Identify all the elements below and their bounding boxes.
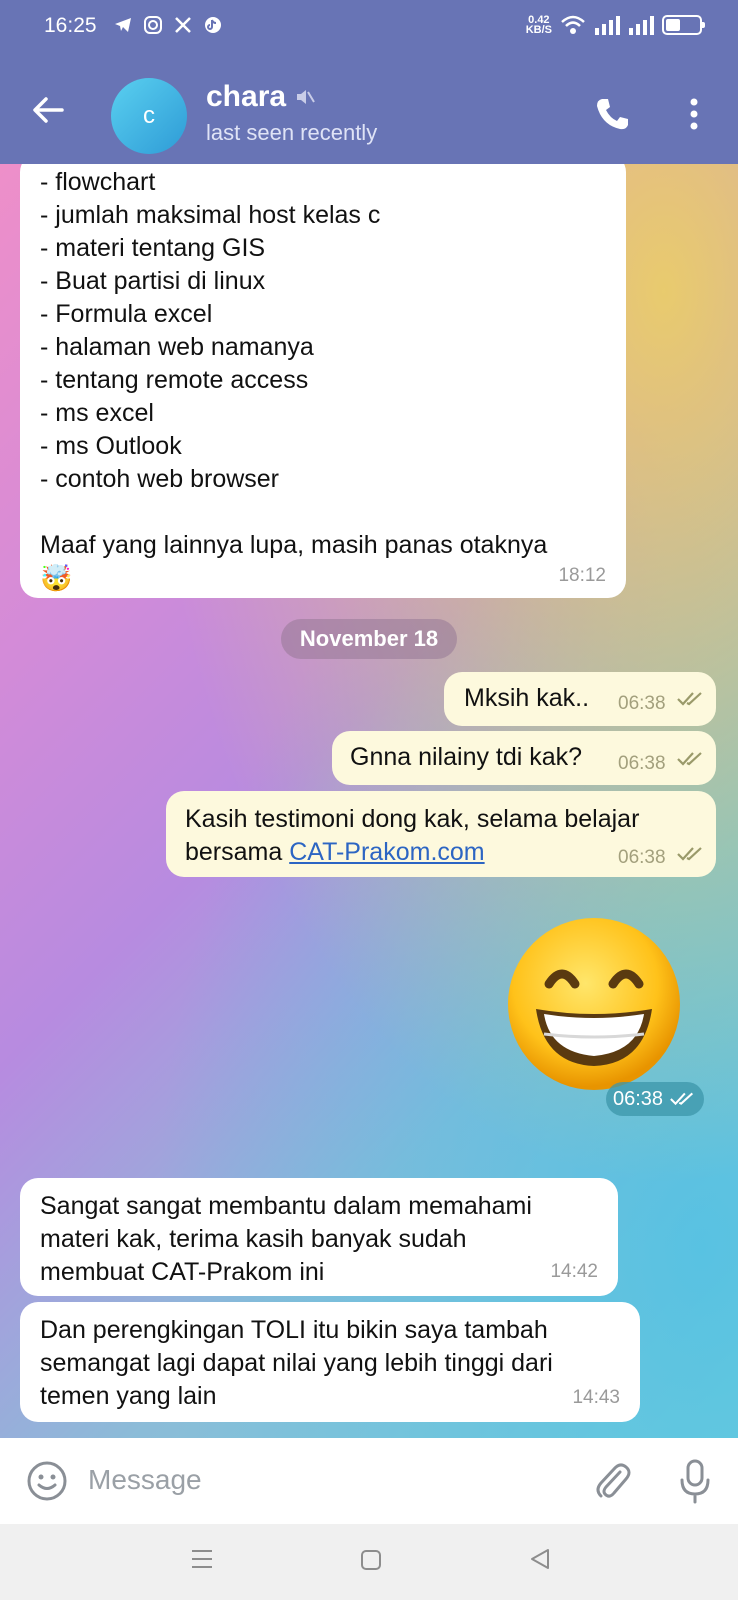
date-separator: November 18 — [281, 619, 457, 659]
back-triangle-icon[interactable] — [528, 1547, 552, 1571]
message-text: Mksih kak.. — [464, 684, 590, 712]
muted-icon — [297, 90, 315, 104]
read-receipt-icon — [677, 752, 702, 766]
phone-call-icon[interactable] — [592, 94, 632, 134]
exploding-head-emoji: 🤯 — [40, 563, 73, 593]
message-time: 14:42 — [550, 1261, 598, 1282]
message-input-bar: Message — [0, 1438, 738, 1524]
message-time: 14:43 — [572, 1387, 620, 1408]
message-text: Gnna nilainy tdi kak? — [350, 743, 583, 771]
status-time: 16:25 — [44, 14, 97, 37]
incoming-message[interactable]: Sangat sangat membantu dalam memahami ma… — [20, 1178, 618, 1296]
message-input[interactable]: Message — [88, 1464, 202, 1496]
status-bar: 16:25 0.42 KB/S — [0, 0, 738, 58]
message-line: Sangat sangat membantu dalam memahami — [40, 1192, 532, 1220]
telegram-icon — [113, 15, 133, 35]
message-line: - contoh web browser — [40, 465, 280, 493]
message-line: - ms Outlook — [40, 432, 182, 460]
chat-area[interactable]: - flowchart - jumlah maksimal host kelas… — [0, 164, 738, 1438]
message-line: materi kak, terima kasih banyak sudah — [40, 1225, 467, 1253]
x-icon — [173, 15, 193, 35]
signal-icon — [595, 16, 620, 35]
microphone-icon[interactable] — [678, 1458, 712, 1504]
message-line: - materi tentang GIS — [40, 234, 266, 262]
outgoing-message[interactable]: Kasih testimoni dong kak, selama belajar… — [166, 791, 716, 877]
last-seen-status: last seen recently — [206, 120, 378, 145]
outgoing-message[interactable]: Mksih kak.. 06:38 — [444, 672, 716, 726]
read-receipt-icon — [677, 847, 702, 861]
incoming-message[interactable]: Dan perengkingan TOLI itu bikin saya tam… — [20, 1302, 640, 1422]
wifi-icon — [561, 15, 585, 34]
attach-icon[interactable] — [592, 1460, 632, 1502]
status-right: 0.42 KB/S — [525, 14, 705, 36]
message-line: - flowchart — [40, 168, 156, 196]
outgoing-message[interactable]: Gnna nilainy tdi kak? 06:38 — [332, 731, 716, 785]
grinning-face-icon — [508, 918, 680, 1090]
back-arrow-icon[interactable] — [28, 90, 68, 130]
status-app-icons — [113, 15, 223, 35]
message-time: 06:38 — [618, 693, 666, 714]
speed-unit: KB/S — [525, 24, 552, 36]
chat-header: c chara last seen recently — [0, 58, 738, 164]
system-nav-bar — [0, 1524, 738, 1600]
message-time: 06:38 — [618, 847, 666, 868]
avatar[interactable]: c — [111, 78, 187, 154]
message-line: semangat lagi dapat nilai yang lebih tin… — [40, 1349, 553, 1377]
home-icon[interactable] — [360, 1549, 382, 1571]
message-time: 18:12 — [558, 565, 606, 586]
message-time: 06:38 — [612, 1087, 664, 1110]
grinning-emoji-sticker[interactable] — [504, 914, 684, 1094]
message-line: Maaf yang lainnya lupa, masih panas otak… — [40, 531, 548, 559]
network-speed: 0.42 KB/S — [525, 15, 552, 36]
read-receipt-icon — [677, 692, 702, 706]
message-line: - tentang remote access — [40, 366, 309, 394]
message-line: Dan perengkingan TOLI itu bikin saya tam… — [40, 1316, 548, 1344]
contact-name: chara — [206, 80, 287, 113]
message-line: - halaman web namanya — [40, 333, 314, 361]
recent-apps-icon[interactable] — [190, 1547, 214, 1571]
sticker-time-badge: 06:38 — [606, 1082, 704, 1116]
instagram-icon — [143, 15, 163, 35]
message-time: 06:38 — [618, 753, 666, 774]
incoming-message[interactable]: - flowchart - jumlah maksimal host kelas… — [20, 164, 626, 598]
message-line: - Formula excel — [40, 300, 213, 328]
tiktok-icon — [203, 15, 223, 35]
website-link[interactable]: CAT-Prakom.com — [289, 838, 484, 866]
message-line: - ms excel — [40, 399, 154, 427]
battery-icon — [662, 15, 705, 35]
more-options-icon[interactable] — [684, 94, 704, 134]
message-line: - Buat partisi di linux — [40, 267, 266, 295]
message-line: membuat CAT-Prakom ini — [40, 1258, 325, 1286]
message-line: - jumlah maksimal host kelas c — [40, 201, 381, 229]
emoji-icon[interactable] — [26, 1460, 68, 1502]
signal-icon-2 — [629, 16, 654, 35]
chat-title[interactable]: chara — [206, 80, 316, 114]
message-line: temen yang lain — [40, 1382, 217, 1410]
read-receipt-icon — [670, 1092, 694, 1106]
